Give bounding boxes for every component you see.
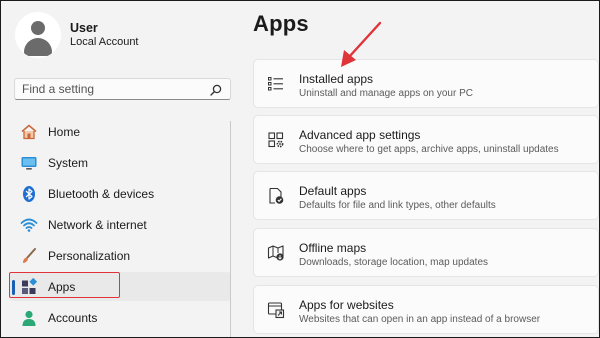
sidebar-divider	[230, 121, 231, 337]
search-icon[interactable]	[210, 84, 222, 96]
card-title: Advanced app settings	[299, 128, 421, 142]
avatar-head	[31, 21, 45, 35]
sidebar-item-personalization[interactable]: Personalization	[9, 241, 231, 270]
system-icon	[21, 157, 37, 170]
sidebar-item-home[interactable]: Home	[9, 117, 231, 146]
list-icon	[268, 77, 283, 91]
accounts-icon	[22, 310, 36, 326]
home-icon	[21, 124, 37, 140]
card-title: Installed apps	[299, 72, 374, 86]
settings-window: User Local Account Home System	[0, 0, 600, 338]
advanced-app-settings-card[interactable]: Advanced app settings Choose where to ge…	[253, 115, 599, 164]
search-input[interactable]	[22, 82, 202, 96]
wifi-icon	[20, 218, 38, 232]
map-icon	[267, 245, 284, 261]
card-description: Websites that can open in an app instead…	[299, 314, 541, 325]
sidebar-item-label: System	[48, 156, 89, 170]
bluetooth-icon	[23, 186, 35, 202]
card-description: Downloads, storage location, map updates	[299, 257, 489, 268]
sidebar-item-label: Home	[48, 125, 81, 139]
sidebar-item-label: Personalization	[48, 249, 131, 263]
sidebar-item-network[interactable]: Network & internet	[9, 210, 231, 239]
sidebar-item-label: Accounts	[48, 311, 98, 325]
sidebar-item-label: Bluetooth & devices	[48, 187, 155, 201]
card-title: Default apps	[299, 184, 367, 198]
sidebar-item-system[interactable]: System	[9, 148, 231, 177]
card-description: Defaults for file and link types, other …	[299, 200, 496, 211]
default-apps-icon	[269, 187, 284, 204]
sidebar-item-accounts[interactable]: Accounts	[9, 303, 231, 332]
apps-for-websites-card[interactable]: Apps for websites Websites that can open…	[253, 285, 599, 334]
default-apps-card[interactable]: Default apps Defaults for file and link …	[253, 171, 599, 220]
web-app-icon	[267, 302, 285, 319]
paintbrush-icon	[23, 248, 36, 263]
card-description: Uninstall and manage apps on your PC	[299, 88, 473, 99]
account-type: Local Account	[70, 36, 139, 48]
annotation-highlight-box	[9, 272, 120, 298]
sidebar-item-label: Network & internet	[48, 218, 147, 232]
card-title: Offline maps	[299, 241, 367, 255]
installed-apps-card[interactable]: Installed apps Uninstall and manage apps…	[253, 59, 599, 108]
card-title: Apps for websites	[299, 298, 394, 312]
offline-maps-card[interactable]: Offline maps Downloads, storage location…	[253, 228, 599, 277]
sidebar-item-bluetooth[interactable]: Bluetooth & devices	[9, 179, 231, 208]
search-box[interactable]	[14, 78, 231, 100]
avatar[interactable]	[15, 12, 61, 58]
sidebar-item-apps[interactable]: Apps	[9, 272, 231, 301]
avatar-body	[24, 38, 52, 56]
card-description: Choose where to get apps, archive apps, …	[299, 144, 559, 155]
page-title: Apps	[253, 11, 309, 36]
user-name: User	[70, 21, 98, 35]
apps-gear-icon	[268, 132, 284, 148]
